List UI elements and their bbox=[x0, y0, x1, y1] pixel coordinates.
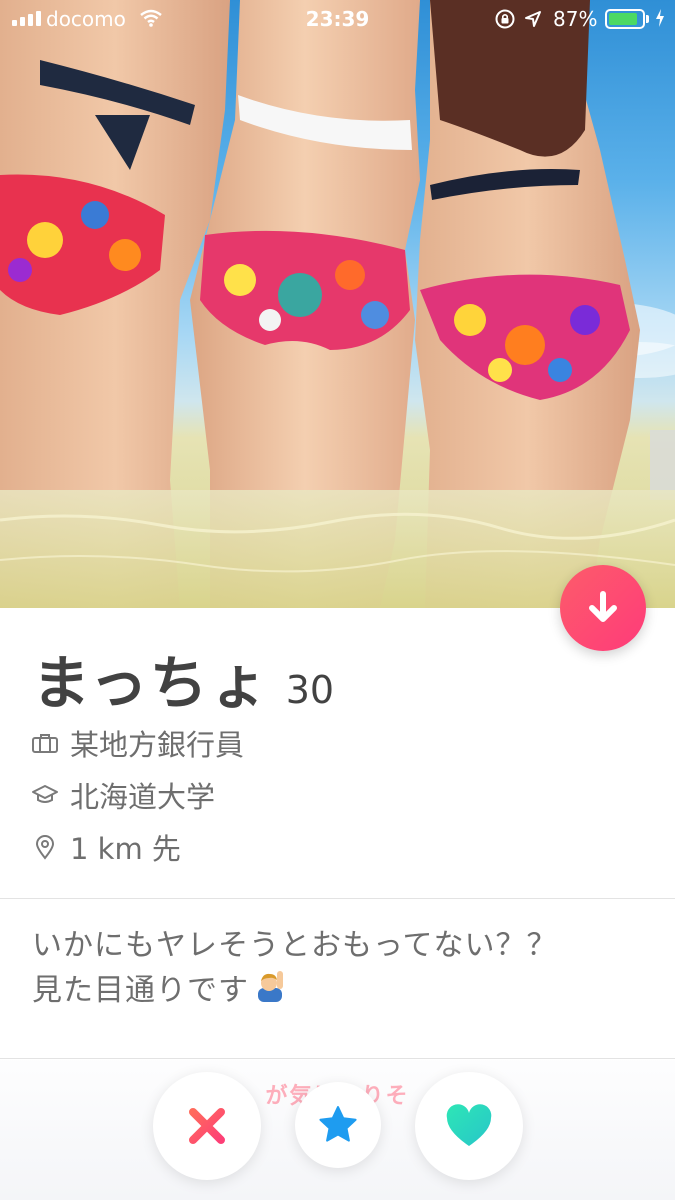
profile-age: 30 bbox=[285, 668, 335, 712]
battery-icon bbox=[605, 9, 645, 29]
school-row: 北海道大学 bbox=[30, 774, 215, 816]
school-text: 北海道大学 bbox=[70, 780, 216, 814]
bio: いかにもヤレそうとおもってない？？ 見た目通りです bbox=[32, 924, 652, 1015]
divider bbox=[0, 1058, 675, 1059]
graduation-cap-icon bbox=[30, 780, 60, 810]
photo-illustration bbox=[0, 0, 675, 608]
collapse-profile-button[interactable] bbox=[560, 565, 646, 651]
divider bbox=[0, 898, 675, 899]
arrow-down-icon bbox=[589, 591, 617, 622]
bio-line-1: いかにもヤレそうとおもってない？？ bbox=[32, 928, 558, 963]
profile-header: まっちょ 30 bbox=[32, 636, 334, 720]
nope-button[interactable] bbox=[153, 1072, 261, 1180]
briefcase-icon bbox=[30, 728, 60, 758]
distance-text: 1 km 先 bbox=[70, 832, 181, 866]
battery-percent: 87% bbox=[553, 7, 598, 31]
raising-hand-emoji bbox=[253, 968, 287, 1015]
profile-name: まっちょ bbox=[32, 649, 270, 717]
bio-line-2-text: 見た目通りです bbox=[32, 973, 249, 1008]
location-arrow-icon bbox=[524, 9, 542, 33]
super-like-button[interactable] bbox=[295, 1082, 381, 1168]
heart-icon bbox=[446, 1104, 492, 1146]
battery-nub bbox=[646, 15, 649, 23]
job-text: 某地方銀行員 bbox=[70, 728, 245, 762]
distance-row: 1 km 先 bbox=[30, 826, 181, 868]
charging-icon bbox=[654, 8, 666, 33]
status-bar: docomo 23:39 87% bbox=[0, 0, 675, 40]
job-row: 某地方銀行員 bbox=[30, 722, 244, 764]
like-button[interactable] bbox=[415, 1072, 523, 1180]
rotation-lock-icon bbox=[494, 8, 516, 35]
star-icon bbox=[319, 1106, 357, 1142]
bio-line-2: 見た目通りです bbox=[32, 968, 652, 1015]
location-pin-icon bbox=[30, 832, 60, 862]
x-icon bbox=[189, 1108, 225, 1144]
profile-photo[interactable] bbox=[0, 0, 675, 608]
